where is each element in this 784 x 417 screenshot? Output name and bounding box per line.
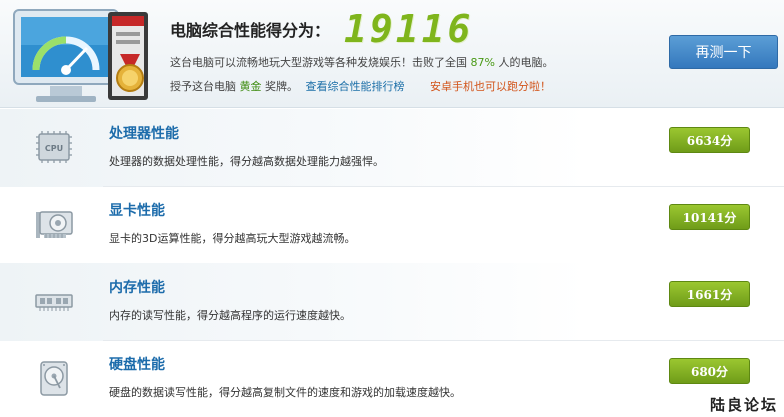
memory-performance-row: 内存性能 内存的读写性能，得分越高程序的运行速度越快。 1661分 [0,263,784,341]
cpu-icon: CPU [36,131,72,163]
score-header: 电脑综合性能得分为： 19116 这台电脑可以流畅地玩大型游戏等各种发烧娱乐！击… [0,0,784,108]
award-suffix: 奖牌。 [265,80,298,93]
score-line: 电脑综合性能得分为： 19116 [170,7,474,51]
graphics-score-badge: 10141分 [669,204,750,230]
row-title: 硬盘性能 [109,357,165,373]
total-score: 19116 [344,7,474,51]
score-description-suffix: 人的电脑。 [498,56,554,69]
graphics-performance-row: 显卡性能 显卡的3D运算性能，得分越高玩大型游戏越流畅。 10141分 [0,186,784,264]
score-label: 电脑综合性能得分为： [170,21,331,40]
memory-icon [35,294,73,311]
cpu-score-badge: 6634分 [669,127,750,153]
hard-disk-icon [40,361,68,396]
disk-score-badge: 680分 [669,358,750,384]
row-title: 显卡性能 [109,203,165,219]
forum-watermark: 陆良论坛 [709,396,778,414]
score-description-text: 这台电脑可以流畅地玩大型游戏等各种发烧娱乐！击败了全国 [170,56,467,69]
award-medal: 黄金 [239,80,262,93]
score-description: 这台电脑可以流畅地玩大型游戏等各种发烧娱乐！击败了全国 87% 人的电脑。 [170,54,553,70]
row-description: 内存的读写性能，得分越高程序的运行速度越快。 [109,309,351,322]
beat-percentage: 87% [470,56,495,69]
row-title: 处理器性能 [109,126,179,142]
memory-score-badge: 1661分 [669,281,750,307]
graphics-card-icon [36,211,73,238]
android-benchmark-link[interactable]: 安卓手机也可以跑分啦！ [430,80,551,93]
cpu-chip-label: CPU [45,144,63,153]
row-description: 处理器的数据处理性能，得分越高数据处理能力越强悍。 [109,155,384,168]
cpu-performance-row: CPU 处理器性能 处理器的数据处理性能，得分越高数据处理能力越强悍。 6634… [0,109,784,187]
row-description: 硬盘的数据读写性能，得分越高复制文件的速度和游戏的加载速度越快。 [109,386,461,399]
row-description: 显卡的3D运算性能，得分越高玩大型游戏越流畅。 [109,232,356,245]
retest-button[interactable]: 再测一下 [669,35,778,69]
ranking-link[interactable]: 查看综合性能排行榜 [306,80,405,93]
award-text: 授予这台电脑 [170,80,236,93]
award-line: 授予这台电脑 黄金 奖牌。 查看综合性能排行榜 安卓手机也可以跑分啦！ [170,78,551,94]
disk-performance-row: 硬盘性能 硬盘的数据读写性能，得分越高复制文件的速度和游戏的加载速度越快。 68… [0,340,784,417]
benchmark-hero-icon [13,9,148,102]
row-title: 内存性能 [109,280,165,296]
